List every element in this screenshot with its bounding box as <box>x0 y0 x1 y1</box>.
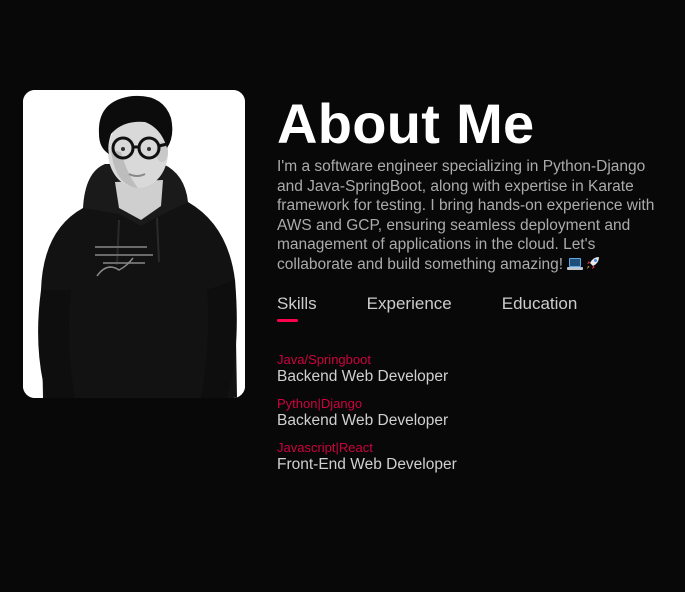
skill-name: Python|Django <box>277 396 363 411</box>
person-silhouette-icon <box>23 90 245 398</box>
profile-photo <box>23 90 245 398</box>
list-item: Java/Springboot Backend Web Developer <box>277 352 669 387</box>
skills-list: Java/Springboot Backend Web Developer Py… <box>277 352 669 475</box>
skill-name: Javascript|React <box>277 440 373 455</box>
tab-education[interactable]: Education <box>502 294 578 324</box>
tab-skills[interactable]: Skills <box>277 294 317 324</box>
list-item: Python|Django Backend Web Developer <box>277 396 669 431</box>
list-item: Javascript|React Front-End Web Developer <box>277 440 669 475</box>
skill-role: Front-End Web Developer <box>277 456 457 473</box>
rocket-icon <box>587 256 600 269</box>
skill-role: Backend Web Developer <box>277 368 449 385</box>
about-intro: I'm a software engineer specializing in … <box>277 157 669 274</box>
skill-name: Java/Springboot <box>277 352 371 367</box>
page-title: About Me <box>277 92 535 155</box>
tab-bar: Skills Experience Education <box>277 294 669 324</box>
tab-experience[interactable]: Experience <box>367 294 452 324</box>
skill-role: Backend Web Developer <box>277 412 449 429</box>
about-section: About Me I'm a software engineer special… <box>277 92 669 491</box>
laptop-icon <box>567 257 584 270</box>
